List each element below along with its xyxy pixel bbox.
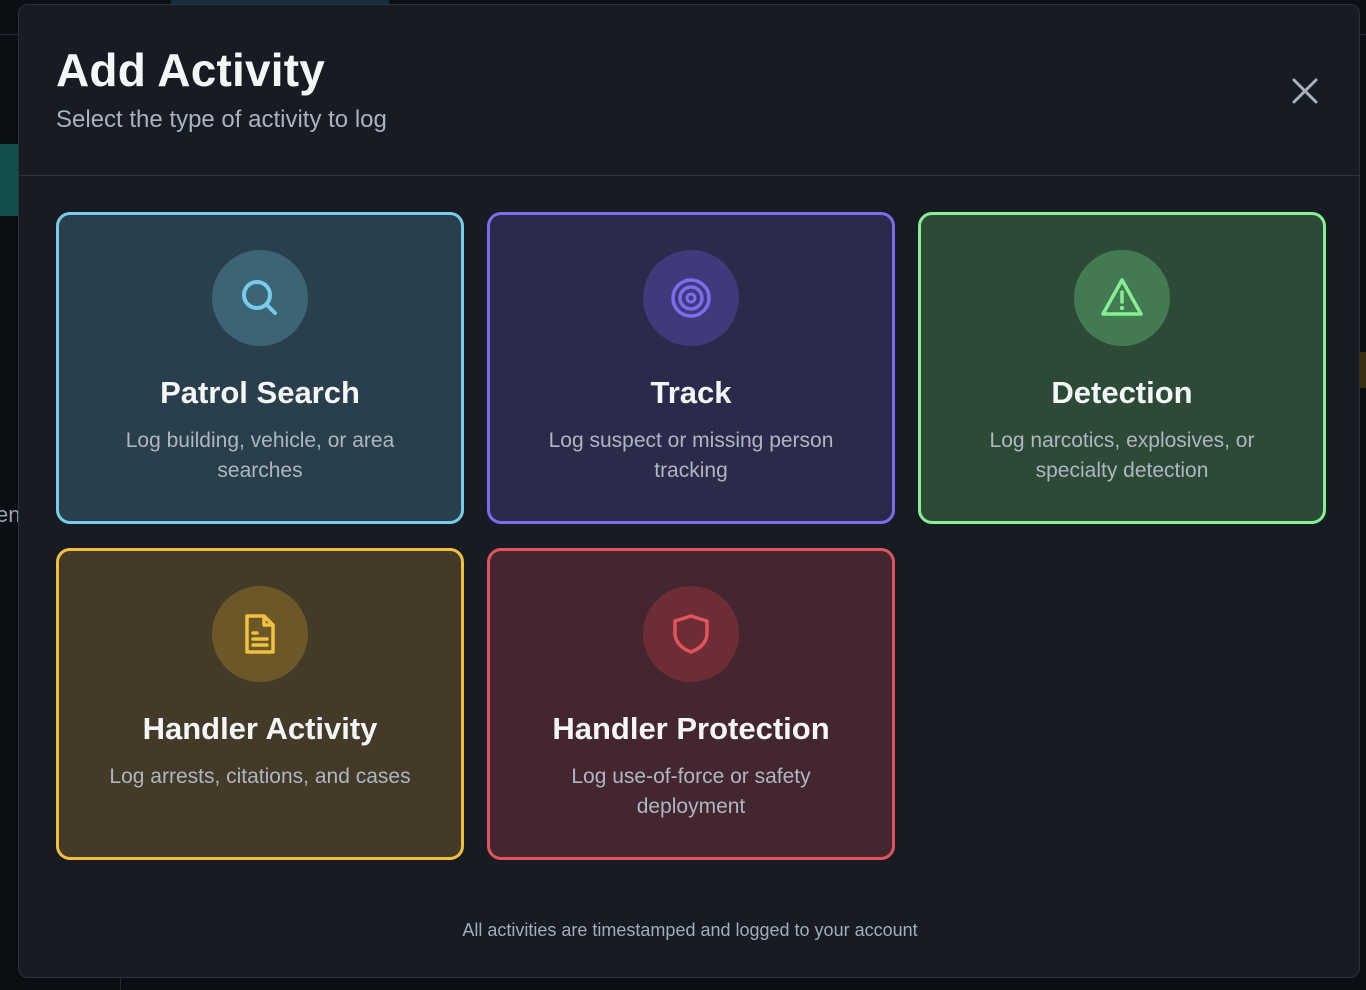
background-accent bbox=[1360, 352, 1366, 388]
card-description: Log suspect or missing person tracking bbox=[548, 429, 834, 482]
card-description: Log use-of-force or safety deployment bbox=[571, 765, 811, 818]
warning-icon bbox=[1101, 278, 1143, 316]
add-activity-modal: Add Activity Select the type of activity… bbox=[18, 4, 1360, 978]
icon-badge bbox=[212, 586, 308, 682]
card-title: Handler Protection bbox=[552, 711, 830, 746]
card-title: Handler Activity bbox=[142, 711, 378, 746]
card-title: Patrol Search bbox=[160, 375, 360, 410]
search-icon bbox=[242, 280, 277, 315]
target-icon bbox=[671, 278, 711, 318]
icon-badge bbox=[643, 250, 739, 346]
card-title: Track bbox=[650, 375, 732, 410]
document-icon bbox=[245, 614, 275, 654]
activity-card-handler-activity[interactable]: Handler Activity Log arrests, citations,… bbox=[56, 548, 464, 860]
card-description: Log narcotics, explosives, or specialty … bbox=[989, 429, 1255, 482]
activity-card-detection[interactable]: Detection Log narcotics, explosives, or … bbox=[918, 212, 1326, 524]
card-title: Detection bbox=[1051, 375, 1193, 410]
activity-card-track[interactable]: Track Log suspect or missing person trac… bbox=[487, 212, 895, 524]
footer-note: All activities are timestamped and logge… bbox=[462, 920, 918, 940]
card-description: Log arrests, citations, and cases bbox=[109, 765, 411, 788]
card-description: Log building, vehicle, or area searches bbox=[125, 429, 395, 482]
activity-card-patrol-search[interactable]: Patrol Search Log building, vehicle, or … bbox=[56, 212, 464, 524]
modal-header: Add Activity Select the type of activity… bbox=[19, 5, 1359, 176]
shield-icon bbox=[673, 614, 709, 654]
modal-title: Add Activity bbox=[56, 44, 326, 96]
close-button[interactable] bbox=[1285, 71, 1325, 111]
activity-card-handler-protection[interactable]: Handler Protection Log use-of-force or s… bbox=[487, 548, 895, 860]
icon-badge bbox=[643, 586, 739, 682]
icon-badge bbox=[1074, 250, 1170, 346]
icon-badge bbox=[212, 250, 308, 346]
modal-subtitle: Select the type of activity to log bbox=[56, 106, 387, 133]
close-icon bbox=[1292, 78, 1318, 104]
